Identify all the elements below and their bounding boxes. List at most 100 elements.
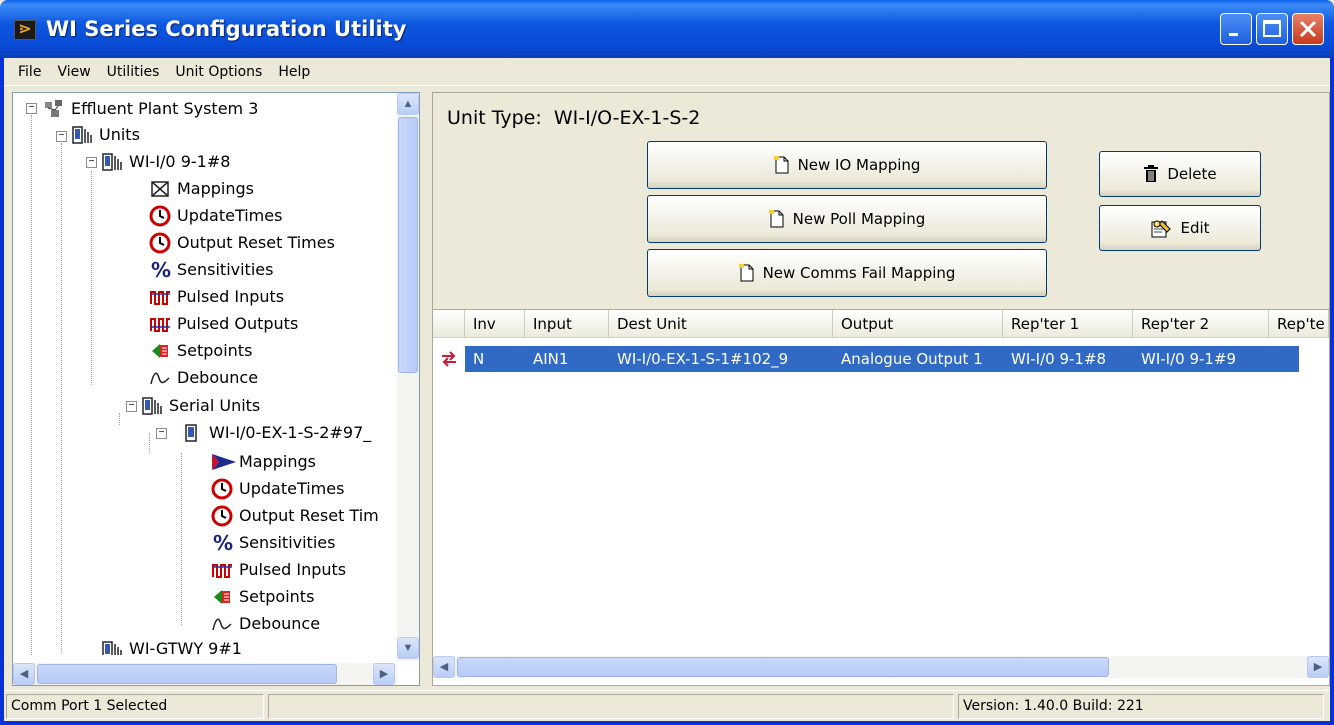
tree-horizontal-scrollbar[interactable]: ◀ ▶ bbox=[13, 663, 397, 685]
button-label: New IO Mapping bbox=[797, 156, 921, 174]
menu-help[interactable]: Help bbox=[270, 64, 318, 80]
arrow-icon bbox=[211, 451, 236, 473]
title-bar[interactable]: ⋗ WI Series Configuration Utility bbox=[0, 0, 1334, 58]
tree-item-units[interactable]: Units bbox=[71, 121, 140, 148]
scroll-thumb[interactable] bbox=[37, 664, 337, 684]
tree-label: Pulsed Inputs bbox=[177, 287, 285, 306]
menu-unit-options[interactable]: Unit Options bbox=[167, 64, 270, 80]
scroll-left-button[interactable]: ◀ bbox=[433, 656, 455, 678]
trash-icon bbox=[1143, 165, 1159, 183]
scroll-left-button[interactable]: ◀ bbox=[13, 663, 35, 685]
tree-item-debounce[interactable]: Debounce bbox=[149, 364, 258, 391]
scroll-down-button[interactable]: ▼ bbox=[397, 637, 419, 659]
column-header-repeater-2[interactable]: Rep'ter 2 bbox=[1133, 310, 1269, 338]
scroll-right-button[interactable]: ▶ bbox=[1307, 656, 1329, 678]
column-header-dest-unit[interactable]: Dest Unit bbox=[609, 310, 833, 338]
scroll-right-button[interactable]: ▶ bbox=[373, 663, 395, 685]
menu-utilities[interactable]: Utilities bbox=[99, 64, 168, 80]
tree-label: Sensitivities bbox=[177, 260, 274, 279]
unit-type-caption: Unit Type: bbox=[447, 107, 542, 129]
tree-label: Units bbox=[99, 125, 140, 144]
tree-label: WI-GTWY 9#1 bbox=[129, 639, 242, 655]
tree-item-output-reset-times[interactable]: Output Reset Times bbox=[149, 229, 335, 256]
table-row[interactable]: N AIN1 WI-I/0-EX-1-S-1#102_9 Analogue Ou… bbox=[433, 346, 1299, 372]
cell-repeater-3 bbox=[1269, 346, 1299, 372]
menu-view[interactable]: View bbox=[49, 64, 98, 80]
mappings-icon bbox=[149, 178, 171, 200]
tree-view[interactable]: − Effluent Plant System 3 − Units − WI-I… bbox=[12, 92, 420, 686]
column-header-input[interactable]: Input bbox=[525, 310, 609, 338]
tree-item-sensitivities[interactable]: % Sensitivities bbox=[149, 256, 273, 283]
clock-icon bbox=[211, 505, 233, 527]
maximize-button[interactable] bbox=[1256, 13, 1288, 45]
tree-item-serial-units[interactable]: Serial Units bbox=[141, 392, 260, 419]
column-header-inv[interactable]: Inv bbox=[465, 310, 525, 338]
tree-label: Mappings bbox=[239, 452, 316, 471]
tree-item-root[interactable]: Effluent Plant System 3 bbox=[43, 95, 258, 122]
menu-bar: File View Utilities Unit Options Help bbox=[4, 58, 1330, 86]
scroll-thumb[interactable] bbox=[398, 117, 418, 373]
clock-icon bbox=[149, 232, 171, 254]
tree-label: WI-I/0 9-1#8 bbox=[129, 152, 231, 171]
delete-button[interactable]: Delete bbox=[1099, 151, 1261, 197]
edit-button[interactable]: Edit bbox=[1099, 205, 1261, 251]
cell-input: AIN1 bbox=[533, 350, 569, 368]
tree-label: Setpoints bbox=[239, 587, 315, 606]
tree-item-setpoints[interactable]: Setpoints bbox=[149, 337, 252, 364]
tree-item-unit[interactable]: WI-I/0 9-1#8 bbox=[101, 148, 230, 175]
tree-label: Mappings bbox=[177, 179, 254, 198]
new-document-icon bbox=[768, 210, 785, 228]
new-document-icon bbox=[773, 156, 790, 174]
tree-item-serial-debounce[interactable]: Debounce bbox=[211, 610, 320, 637]
tree-item-unit-partial[interactable]: WI-GTWY 9#1 bbox=[101, 639, 242, 655]
expand-toggle[interactable]: − bbox=[26, 103, 37, 114]
tree-item-serial-unit[interactable]: WI-I/0-EX-1-S-2#97_ bbox=[181, 419, 371, 446]
edit-icon bbox=[1150, 219, 1172, 238]
expand-toggle[interactable]: − bbox=[156, 428, 167, 439]
new-document-icon bbox=[738, 264, 755, 282]
menu-file[interactable]: File bbox=[10, 64, 49, 80]
scroll-thumb[interactable] bbox=[457, 657, 1109, 677]
tree-item-serial-pulsed-inputs[interactable]: Pulsed Inputs bbox=[211, 556, 346, 583]
close-button[interactable] bbox=[1292, 13, 1324, 45]
units-icon bbox=[71, 124, 93, 146]
new-comms-fail-mapping-button[interactable]: New Comms Fail Mapping bbox=[647, 249, 1047, 297]
button-label: New Poll Mapping bbox=[792, 210, 926, 228]
percent-icon: % bbox=[149, 258, 171, 282]
scroll-up-button[interactable]: ▲ bbox=[397, 93, 419, 115]
tree-connector bbox=[181, 453, 182, 625]
expand-toggle[interactable]: − bbox=[126, 401, 137, 412]
expand-toggle[interactable]: − bbox=[56, 131, 67, 142]
tree-item-pulsed-outputs[interactable]: Pulsed Outputs bbox=[149, 310, 298, 337]
tree-item-serial-update-times[interactable]: UpdateTimes bbox=[211, 475, 344, 502]
tree-item-update-times[interactable]: UpdateTimes bbox=[149, 202, 282, 229]
clock-icon bbox=[211, 478, 233, 500]
tree-item-serial-output-reset[interactable]: Output Reset Tim bbox=[211, 502, 379, 529]
tree-label: Sensitivities bbox=[239, 533, 336, 552]
cell-inv: N bbox=[473, 350, 485, 368]
app-icon[interactable]: ⋗ bbox=[14, 20, 36, 40]
serial-unit-icon bbox=[181, 422, 203, 444]
new-poll-mapping-button[interactable]: New Poll Mapping bbox=[647, 195, 1047, 243]
mapping-panel: Unit Type: WI-I/O-EX-1-S-2 New IO Mappin… bbox=[432, 92, 1330, 686]
tree-item-serial-setpoints[interactable]: Setpoints bbox=[211, 583, 314, 610]
tree-label: Pulsed Outputs bbox=[177, 314, 299, 333]
new-io-mapping-button[interactable]: New IO Mapping bbox=[647, 141, 1047, 189]
expand-toggle[interactable]: − bbox=[86, 157, 97, 168]
tree-label: Pulsed Inputs bbox=[239, 560, 347, 579]
tree-item-serial-sensitivities[interactable]: % Sensitivities bbox=[211, 529, 335, 556]
column-header-icon[interactable] bbox=[433, 310, 465, 338]
tree-item-pulsed-inputs[interactable]: Pulsed Inputs bbox=[149, 283, 284, 310]
minimize-button[interactable] bbox=[1220, 13, 1252, 45]
mappings-list[interactable]: Inv Input Dest Unit Output Rep'ter 1 Rep… bbox=[433, 309, 1329, 685]
tree-item-mappings[interactable]: Mappings bbox=[149, 175, 254, 202]
column-header-repeater-1[interactable]: Rep'ter 1 bbox=[1003, 310, 1133, 338]
column-header-output[interactable]: Output bbox=[833, 310, 1003, 338]
tree-item-serial-mappings[interactable]: Mappings bbox=[211, 448, 316, 475]
tree-label: UpdateTimes bbox=[177, 206, 283, 225]
column-header-repeater-3[interactable]: Rep'te bbox=[1269, 310, 1329, 338]
network-icon bbox=[43, 98, 65, 120]
tree-label: Serial Units bbox=[169, 396, 261, 415]
tree-vertical-scrollbar[interactable]: ▲ ▼ bbox=[397, 93, 419, 661]
list-horizontal-scrollbar[interactable]: ◀ ▶ bbox=[433, 656, 1329, 678]
